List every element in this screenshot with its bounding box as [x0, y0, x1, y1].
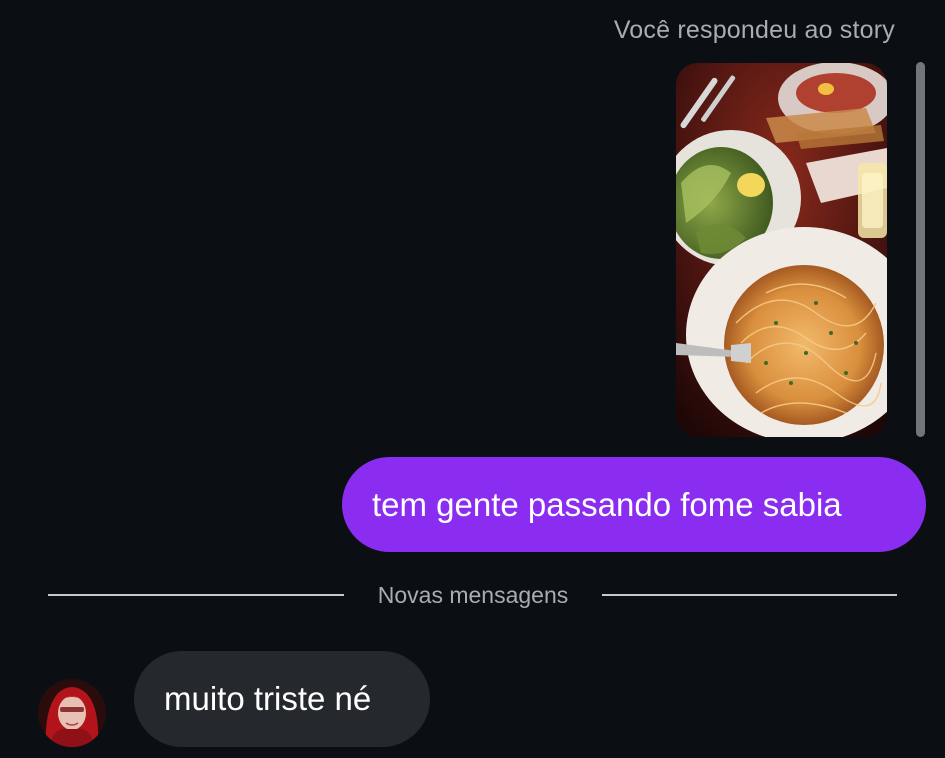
- avatar-icon: [38, 679, 106, 747]
- user-avatar[interactable]: [38, 679, 106, 747]
- divider-line-right: [602, 594, 897, 596]
- story-reply-caption: Você respondeu ao story: [613, 16, 895, 44]
- divider-line-left: [48, 594, 344, 596]
- scrollbar[interactable]: [916, 62, 925, 437]
- sent-message-bubble[interactable]: tem gente passando fome sabia: [342, 457, 926, 552]
- chat-thread: Você respondeu ao story tem gente passan…: [0, 0, 945, 758]
- story-preview-image[interactable]: [676, 63, 887, 437]
- story-food-photo: [676, 63, 887, 437]
- received-message-bubble[interactable]: muito triste né: [134, 651, 430, 747]
- new-messages-divider: Novas mensagens: [377, 582, 569, 608]
